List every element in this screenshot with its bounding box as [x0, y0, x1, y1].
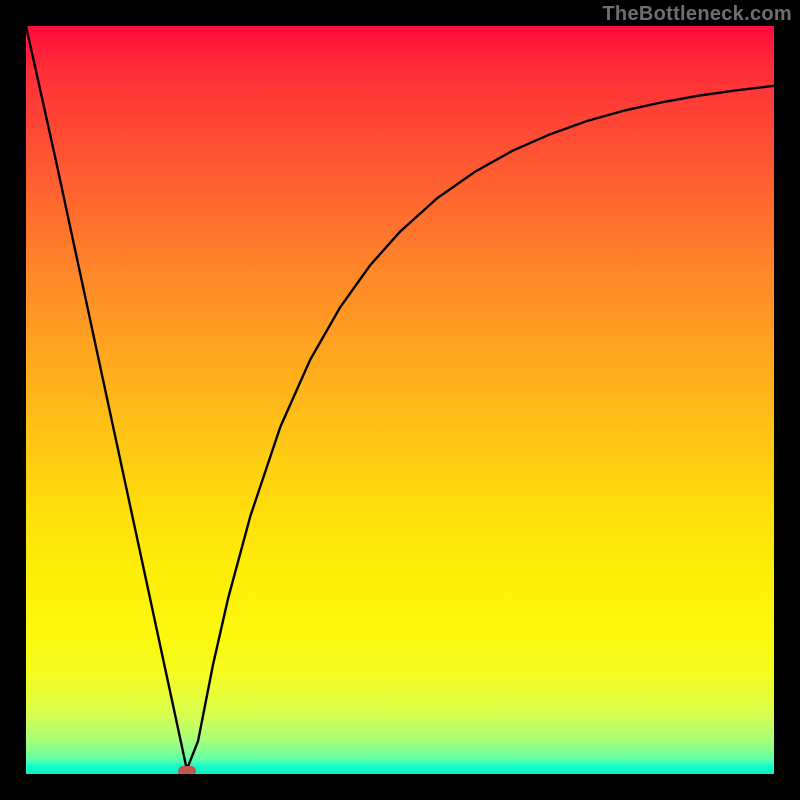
bottleneck-curve — [26, 26, 774, 774]
chart-frame: TheBottleneck.com — [0, 0, 800, 800]
minimum-marker — [178, 766, 196, 774]
plot-area — [26, 26, 774, 774]
watermark-text: TheBottleneck.com — [602, 3, 792, 26]
